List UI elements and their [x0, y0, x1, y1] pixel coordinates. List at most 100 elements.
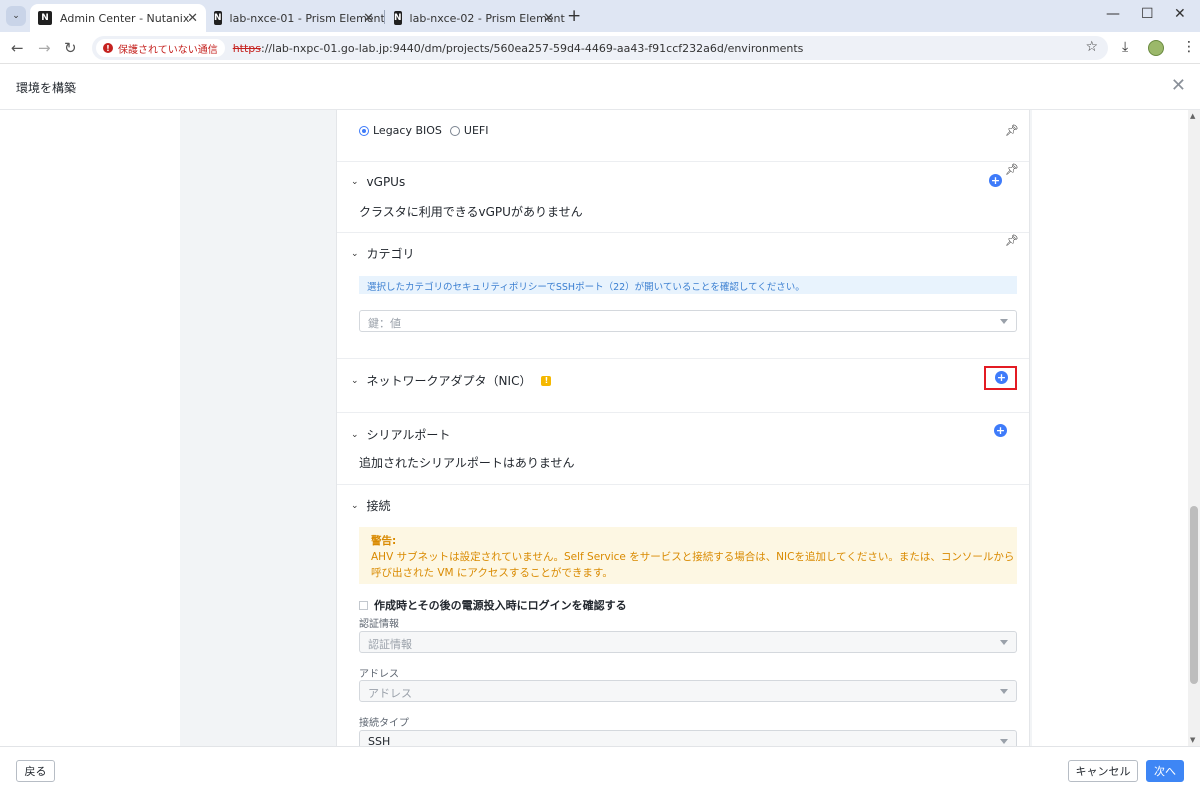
- chevron-down-icon: ⌄: [351, 248, 359, 259]
- close-icon[interactable]: ✕: [1171, 75, 1186, 96]
- caret-down-icon: [1000, 640, 1008, 645]
- forward-arrow-icon[interactable]: →: [38, 39, 51, 57]
- browser-menu-icon[interactable]: ⋮: [1182, 39, 1196, 55]
- section-connection-header[interactable]: ⌄ 接続: [351, 497, 391, 514]
- divider: [337, 232, 1029, 233]
- warning-badge-icon: !: [541, 375, 552, 386]
- divider: [337, 161, 1029, 162]
- insecure-warning-icon: !: [103, 43, 113, 53]
- browser-tab-lab-nxce-01[interactable]: N lab-nxce-01 - Prism Element ✕: [206, 4, 385, 32]
- divider: [337, 358, 1029, 359]
- address-select[interactable]: アドレス: [359, 680, 1017, 702]
- form-content: Legacy BIOS UEFI 📌︎ 📌︎ ⌄ vGPUs + クラスタに利用…: [336, 110, 1030, 746]
- profile-avatar[interactable]: [1148, 40, 1164, 56]
- boot-type-radio-group: Legacy BIOS UEFI: [359, 124, 489, 137]
- section-vgpus-header[interactable]: ⌄ vGPUs: [351, 175, 405, 189]
- scroll-down-icon[interactable]: ▼: [1190, 736, 1195, 744]
- modal-body: Legacy BIOS UEFI 📌︎ 📌︎ ⌄ vGPUs + クラスタに利用…: [0, 110, 1200, 746]
- section-serial-header[interactable]: ⌄ シリアルポート: [351, 426, 450, 443]
- add-vgpu-button[interactable]: +: [989, 174, 1002, 187]
- radio-label: UEFI: [463, 124, 489, 137]
- vertical-scrollbar[interactable]: ▲ ▼: [1188, 110, 1200, 746]
- security-chip[interactable]: ! 保護されていない通信: [96, 39, 225, 57]
- warning-text-line2: 呼び出された VM にアクセスすることができます。: [371, 567, 613, 579]
- maximize-icon[interactable]: ☐: [1141, 6, 1154, 22]
- select-placeholder: 鍵：値: [368, 317, 401, 330]
- login-check-row[interactable]: 作成時とその後の電源投入時にログインを確認する: [359, 597, 627, 613]
- vgpu-empty-text: クラスタに利用できるvGPUがありません: [359, 205, 583, 219]
- page-title: 環境を構築: [16, 81, 77, 95]
- scroll-up-icon[interactable]: ▲: [1190, 112, 1195, 120]
- browser-toolbar: ← → ↻ ! 保護されていない通信 https://lab-nxpc-01.g…: [0, 32, 1200, 64]
- warning-title: 警告:: [371, 535, 397, 547]
- tab-title: lab-nxce-01 - Prism Element: [229, 11, 385, 25]
- select-placeholder: アドレス: [368, 687, 412, 700]
- add-nic-button[interactable]: +: [995, 371, 1008, 384]
- serial-empty-text: 追加されたシリアルポートはありません: [359, 456, 575, 470]
- scrollbar-thumb[interactable]: [1190, 506, 1198, 684]
- section-title: 接続: [366, 499, 391, 513]
- credential-select[interactable]: 認証情報: [359, 631, 1017, 653]
- pin-icon[interactable]: 📌︎: [1005, 163, 1019, 176]
- tab-title: lab-nxce-02 - Prism Element: [409, 11, 565, 25]
- section-title: vGPUs: [366, 175, 406, 189]
- pin-icon[interactable]: 📌︎: [1005, 124, 1019, 137]
- modal-footer: 戻る キャンセル 次へ: [0, 746, 1200, 794]
- tab-separator: [384, 10, 385, 24]
- next-button[interactable]: 次へ: [1146, 760, 1184, 782]
- minimize-icon[interactable]: —: [1106, 6, 1120, 22]
- warning-text-line1: AHV サブネットは設定されていません。Self Service をサービスと接…: [371, 551, 1015, 563]
- close-icon[interactable]: ✕: [363, 11, 374, 26]
- login-check-checkbox[interactable]: [359, 600, 368, 610]
- address-label: アドレス: [359, 669, 399, 680]
- section-nic-header[interactable]: ⌄ ネットワークアダプタ（NIC） !: [351, 372, 552, 389]
- connection-type-label: 接続タイプ: [359, 718, 409, 729]
- url-text[interactable]: https://lab-nxpc-01.go-lab.jp:9440/dm/pr…: [233, 42, 804, 55]
- nutanix-favicon-icon: N: [38, 11, 52, 25]
- radio-legacy-bios[interactable]: [359, 125, 369, 136]
- chevron-down-icon: ⌄: [351, 375, 359, 386]
- cancel-button[interactable]: キャンセル: [1068, 760, 1138, 782]
- chevron-down-icon: ⌄: [351, 429, 359, 440]
- new-tab-plus-icon[interactable]: +: [567, 6, 581, 26]
- select-placeholder: 認証情報: [368, 638, 412, 651]
- url-path: ://lab-nxpc-01.go-lab.jp:9440/dm/project…: [261, 41, 804, 55]
- security-label: 保護されていない通信: [118, 44, 218, 56]
- bookmark-star-icon[interactable]: ☆: [1085, 39, 1098, 55]
- radio-label: Legacy BIOS: [373, 124, 442, 137]
- close-icon[interactable]: ✕: [187, 11, 198, 26]
- pin-icon[interactable]: 📌︎: [1005, 234, 1019, 247]
- address-bar[interactable]: ! 保護されていない通信 https://lab-nxpc-01.go-lab.…: [92, 36, 1108, 60]
- connection-warning-banner: 警告: AHV サブネットは設定されていません。Self Service をサー…: [359, 527, 1017, 584]
- section-categories-header[interactable]: ⌄ カテゴリ: [351, 245, 415, 262]
- back-arrow-icon[interactable]: ←: [11, 39, 24, 57]
- caret-down-icon: [1000, 319, 1008, 324]
- divider: [337, 412, 1029, 413]
- caret-down-icon: [1000, 739, 1008, 744]
- window-close-icon[interactable]: ✕: [1174, 6, 1186, 22]
- chevron-down-icon: ⌄: [351, 500, 359, 511]
- category-select[interactable]: 鍵：値: [359, 310, 1017, 332]
- caret-down-icon: [1000, 689, 1008, 694]
- credential-label: 認証情報: [359, 619, 399, 630]
- modal-header: 環境を構築 ✕: [0, 64, 1200, 110]
- tab-title: Admin Center - Nutanix: [60, 11, 190, 25]
- browser-tabstrip: ⌄ N Admin Center - Nutanix ✕ N lab-nxce-…: [0, 0, 1200, 32]
- section-title: シリアルポート: [366, 428, 451, 442]
- browser-tab-lab-nxce-02[interactable]: N lab-nxce-02 - Prism Element ✕: [386, 4, 565, 32]
- tab-search-icon[interactable]: ⌄: [6, 6, 26, 26]
- divider: [337, 484, 1029, 485]
- back-button[interactable]: 戻る: [16, 760, 55, 782]
- close-icon[interactable]: ✕: [543, 11, 554, 26]
- select-value: SSH: [368, 735, 391, 746]
- nutanix-favicon-icon: N: [394, 11, 402, 25]
- url-scheme: https: [232, 41, 262, 55]
- nutanix-favicon-icon: N: [214, 11, 222, 25]
- add-serial-port-button[interactable]: +: [994, 424, 1007, 437]
- connection-type-select[interactable]: SSH: [359, 730, 1017, 746]
- download-icon[interactable]: ⤓: [1122, 39, 1128, 55]
- radio-uefi[interactable]: [449, 125, 460, 136]
- reload-icon[interactable]: ↻: [64, 39, 77, 57]
- browser-tab-admin-center[interactable]: N Admin Center - Nutanix ✕: [30, 4, 206, 32]
- chevron-down-icon: ⌄: [351, 177, 359, 187]
